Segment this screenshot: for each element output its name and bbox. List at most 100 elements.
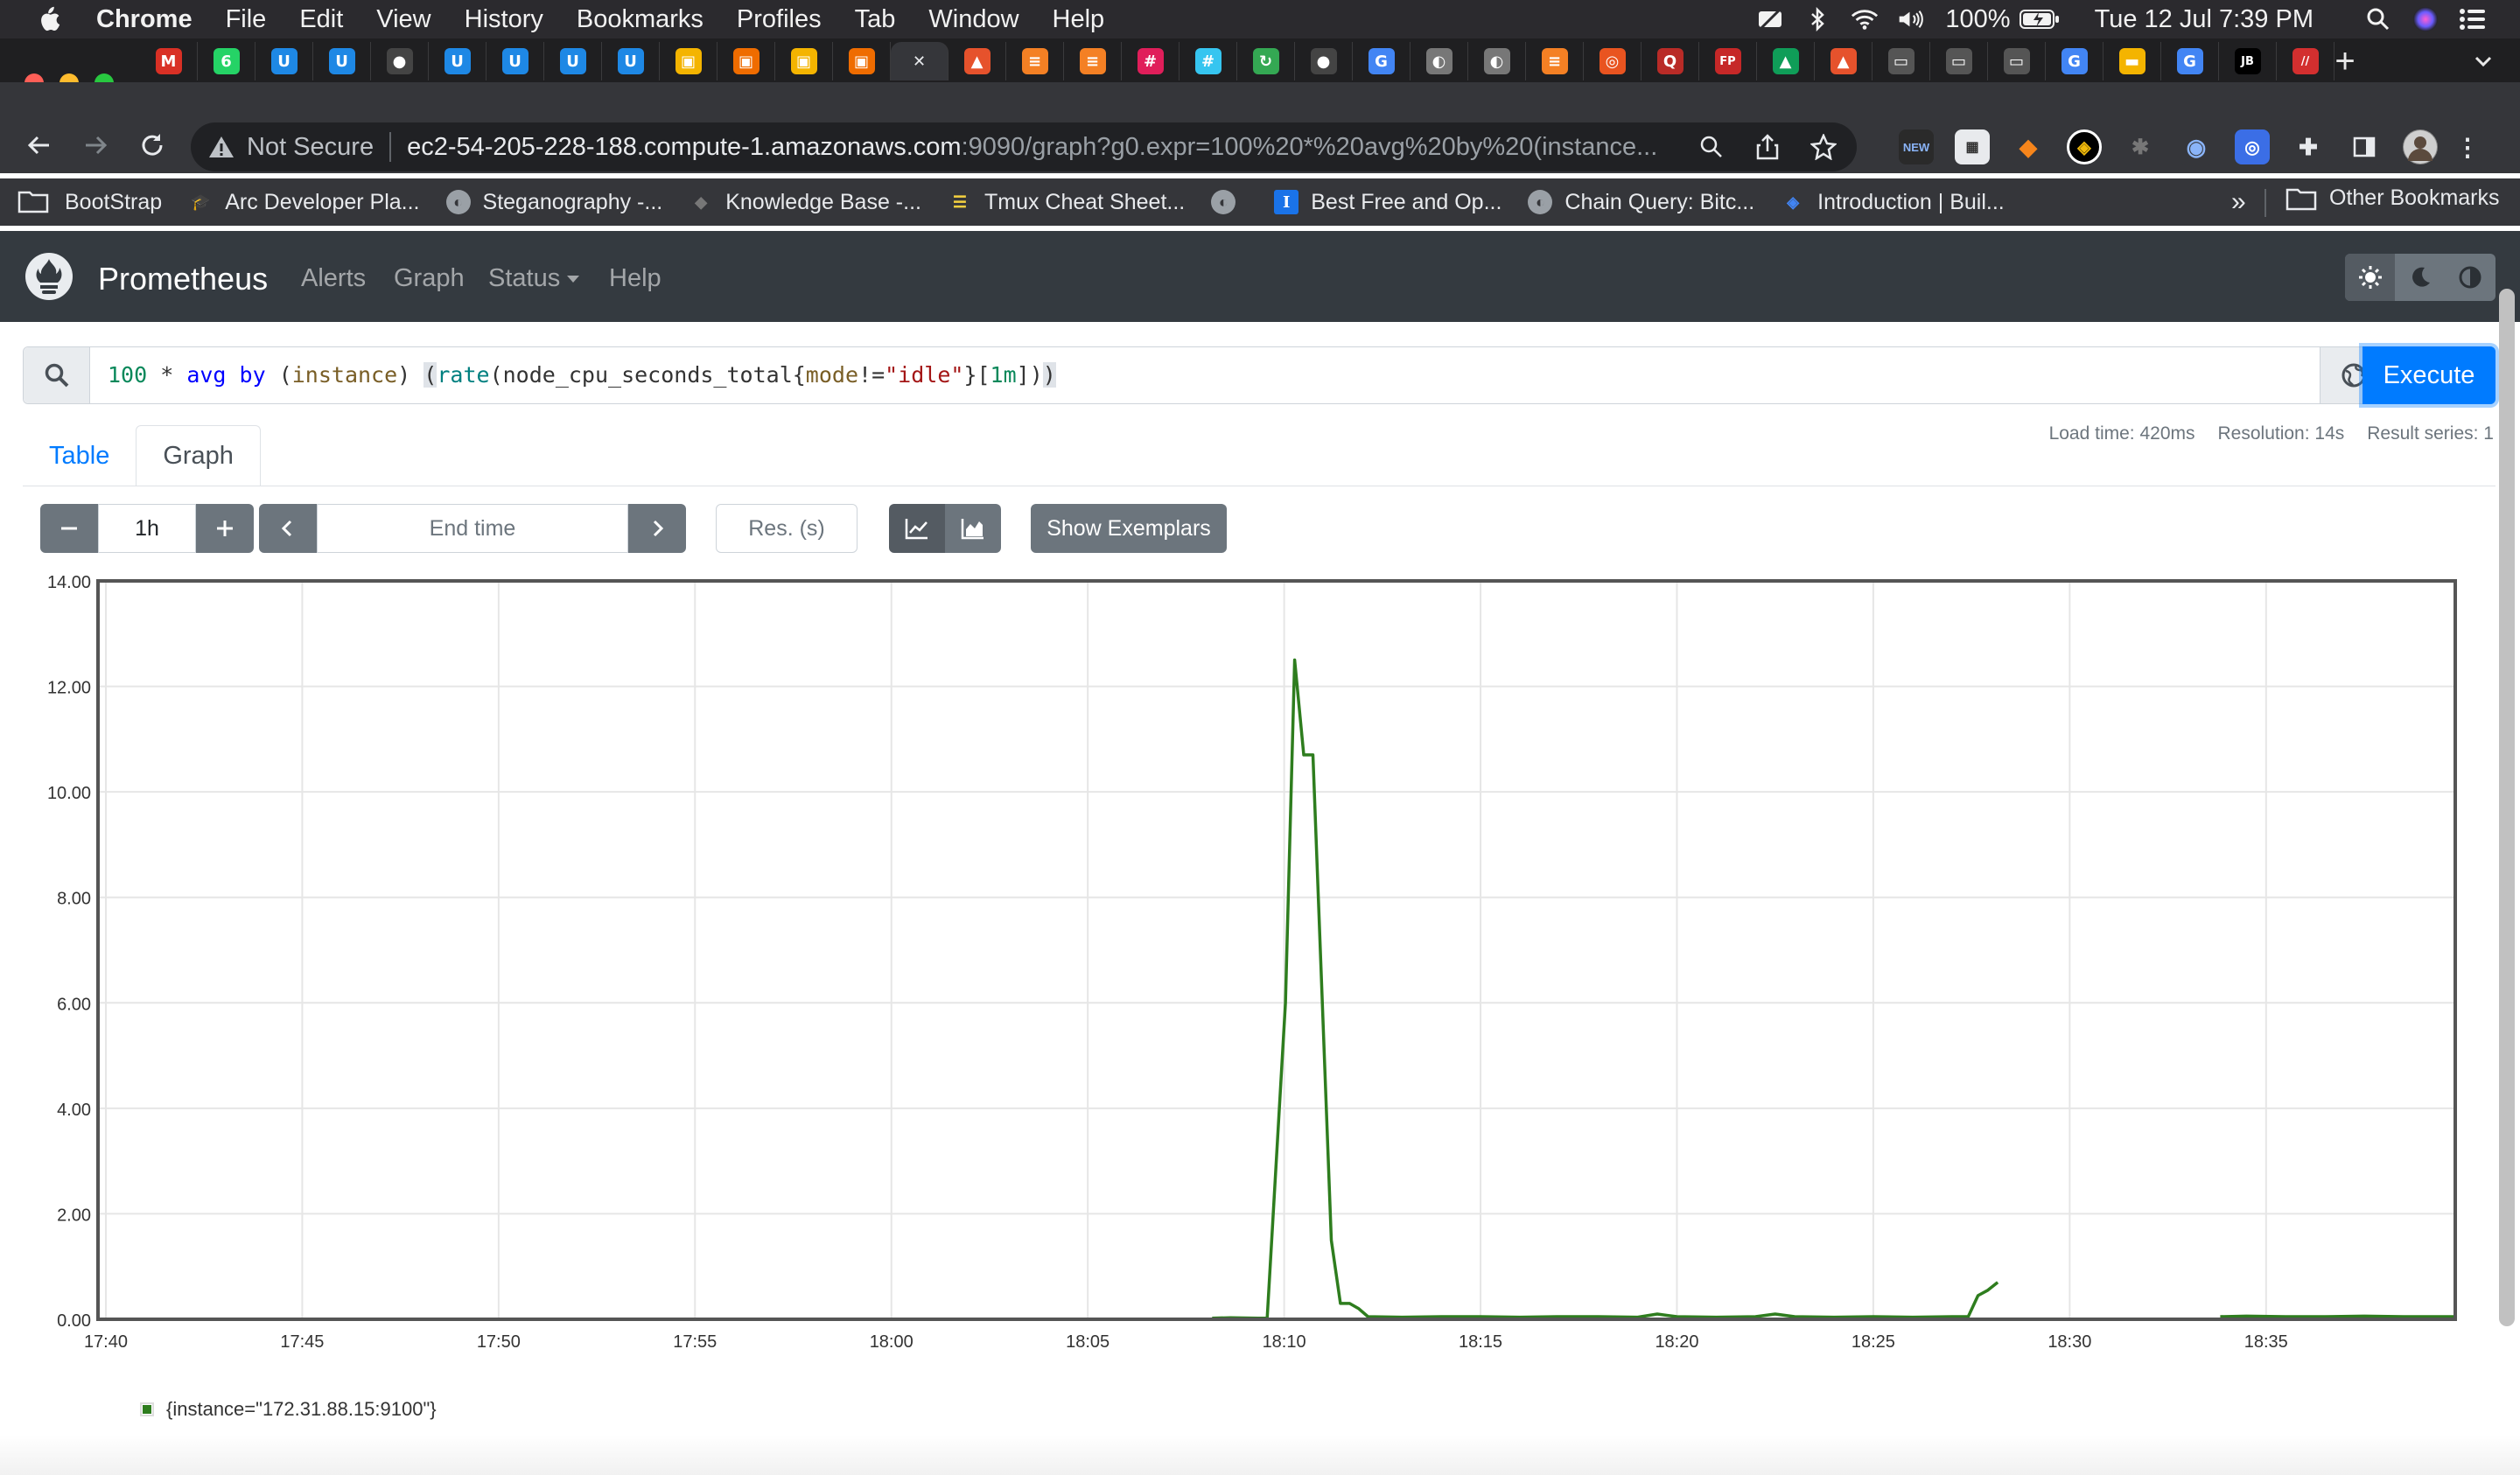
- show-exemplars-button[interactable]: Show Exemplars: [1031, 504, 1227, 553]
- battery-icon[interactable]: [2019, 7, 2060, 31]
- legend-series-label[interactable]: {instance="172.31.88.15:9100"}: [166, 1398, 437, 1421]
- warning-icon[interactable]: [208, 135, 234, 159]
- bookmark-star-icon[interactable]: [1808, 131, 1839, 163]
- browser-tab[interactable]: ●: [371, 42, 429, 80]
- qr-code-icon[interactable]: ▦: [1955, 129, 1990, 164]
- range-input[interactable]: 1h: [98, 504, 196, 553]
- browser-tab[interactable]: G: [2046, 42, 2104, 80]
- notification-icon[interactable]: [1756, 7, 1784, 31]
- bookmark-tmux[interactable]: ☰ Tmux Cheat Sheet...: [948, 190, 1185, 215]
- vpn-icon[interactable]: ◉: [2179, 129, 2214, 164]
- browser-tab[interactable]: U: [429, 42, 486, 80]
- browser-tab[interactable]: U: [486, 42, 544, 80]
- browser-tab[interactable]: ▣: [718, 42, 775, 80]
- browser-tab[interactable]: ▭: [1988, 42, 2046, 80]
- browser-tab[interactable]: Q: [1642, 42, 1699, 80]
- menu-profiles[interactable]: Profiles: [737, 5, 822, 34]
- bookmark-steganography[interactable]: ◐ Steganography -...: [445, 190, 662, 215]
- clock[interactable]: Tue 12 Jul 7:39 PM: [2095, 5, 2314, 34]
- browser-tab[interactable]: ▲: [1815, 42, 1872, 80]
- browser-tab[interactable]: #: [1180, 42, 1237, 80]
- nav-help[interactable]: Help: [609, 264, 662, 293]
- browser-tab[interactable]: ▣: [775, 42, 833, 80]
- reload-icon[interactable]: [135, 128, 170, 163]
- new-tab-button[interactable]: +: [2328, 44, 2362, 79]
- security-status[interactable]: Not Secure: [247, 133, 374, 162]
- browser-tab[interactable]: U: [313, 42, 371, 80]
- browser-tab[interactable]: ▬: [2104, 42, 2161, 80]
- menu-tab[interactable]: Tab: [855, 5, 896, 34]
- browser-tab[interactable]: ▣: [660, 42, 718, 80]
- apple-icon[interactable]: [35, 5, 61, 33]
- tab-graph[interactable]: Graph: [136, 425, 261, 486]
- decrease-range-button[interactable]: [40, 504, 98, 553]
- bluetooth-icon[interactable]: [1803, 7, 1831, 31]
- browser-tab[interactable]: JB: [2219, 42, 2277, 80]
- dark-theme-button[interactable]: [2395, 254, 2445, 301]
- back-icon[interactable]: [21, 128, 56, 163]
- forward-icon[interactable]: [79, 128, 114, 163]
- browser-tab[interactable]: U: [256, 42, 313, 80]
- bug-icon[interactable]: ✱: [2123, 129, 2158, 164]
- menu-view[interactable]: View: [376, 5, 430, 34]
- browser-tab[interactable]: //: [2277, 42, 2334, 80]
- nav-alerts[interactable]: Alerts: [301, 264, 366, 293]
- browser-tab[interactable]: ▣: [833, 42, 891, 80]
- spotlight-search-icon[interactable]: [2364, 7, 2392, 31]
- side-panel-icon[interactable]: [2347, 129, 2382, 164]
- menu-file[interactable]: File: [226, 5, 267, 34]
- browser-tab[interactable]: ◐: [1410, 42, 1468, 80]
- siri-icon[interactable]: [2412, 7, 2440, 31]
- browser-tab[interactable]: U: [544, 42, 602, 80]
- control-center-icon[interactable]: [2459, 7, 2487, 31]
- bookmark-knowledge-base[interactable]: ◆ Knowledge Base -...: [689, 190, 921, 215]
- menu-history[interactable]: History: [465, 5, 543, 34]
- previous-time-button[interactable]: [259, 504, 317, 553]
- profile-avatar[interactable]: [2403, 129, 2438, 164]
- screen-recorder-icon[interactable]: ◎: [2235, 129, 2270, 164]
- light-theme-button[interactable]: [2345, 254, 2396, 301]
- chrome-menu-icon[interactable]: ⋮: [2455, 129, 2480, 164]
- bookmark-arc[interactable]: 🎓 Arc Developer Pla...: [188, 190, 420, 215]
- bookmark-globe[interactable]: ◐: [1211, 190, 1248, 214]
- auto-theme-button[interactable]: [2446, 254, 2496, 301]
- bookmark-best-free[interactable]: I Best Free and Op...: [1274, 190, 1502, 215]
- stacked-chart-button[interactable]: [945, 504, 1001, 553]
- metamask-icon[interactable]: ◆: [2011, 129, 2046, 164]
- binance-icon[interactable]: ◈: [2067, 129, 2102, 164]
- browser-tab[interactable]: G: [1353, 42, 1410, 80]
- graph-chart[interactable]: 0.00 2.00 4.00 6.00 8.00 10.00 12.00 14.00 17:4…: [0, 560, 2520, 1365]
- expression-editor[interactable]: 100 * avg by (instance) (rate(node_cpu_s…: [108, 362, 1056, 388]
- increase-range-button[interactable]: [196, 504, 254, 553]
- bookmarks-overflow-button[interactable]: »: [2231, 187, 2246, 217]
- tab-active[interactable]: ✕: [891, 42, 948, 80]
- menu-window[interactable]: Window: [928, 5, 1018, 34]
- browser-tab[interactable]: ≡: [1006, 42, 1064, 80]
- browser-tab[interactable]: ≡: [1526, 42, 1584, 80]
- nav-status[interactable]: Status: [488, 264, 580, 293]
- bookmark-chain-query[interactable]: ◐ Chain Query: Bitc...: [1528, 190, 1754, 215]
- prometheus-logo-icon[interactable]: [24, 252, 74, 301]
- resolution-input[interactable]: Res. (s): [716, 504, 858, 553]
- browser-tab[interactable]: U: [602, 42, 660, 80]
- browser-tab[interactable]: ◎: [1584, 42, 1642, 80]
- browser-tab[interactable]: ▭: [1930, 42, 1988, 80]
- volume-icon[interactable]: [1898, 7, 1926, 31]
- browser-tab[interactable]: ▲: [948, 42, 1006, 80]
- extension-new-icon[interactable]: NEW: [1899, 129, 1934, 164]
- browser-tab[interactable]: ≡: [1064, 42, 1122, 80]
- url-text[interactable]: ec2-54-205-228-188.compute-1.amazonaws.c…: [407, 133, 1719, 162]
- nav-graph[interactable]: Graph: [394, 264, 465, 293]
- address-bar[interactable]: Not Secure ec2-54-205-228-188.compute-1.…: [191, 122, 1857, 171]
- prometheus-brand[interactable]: Prometheus: [98, 261, 268, 297]
- close-icon[interactable]: ✕: [906, 48, 933, 74]
- menu-app-name[interactable]: Chrome: [96, 5, 192, 34]
- legend-swatch[interactable]: [140, 1402, 154, 1416]
- browser-tab[interactable]: G: [2161, 42, 2219, 80]
- menu-edit[interactable]: Edit: [299, 5, 343, 34]
- execute-button[interactable]: Execute: [2362, 346, 2496, 404]
- extensions-puzzle-icon[interactable]: ✚: [2291, 129, 2326, 164]
- browser-tab[interactable]: 6: [198, 42, 256, 80]
- next-time-button[interactable]: [628, 504, 686, 553]
- tab-search-button[interactable]: [2466, 44, 2501, 79]
